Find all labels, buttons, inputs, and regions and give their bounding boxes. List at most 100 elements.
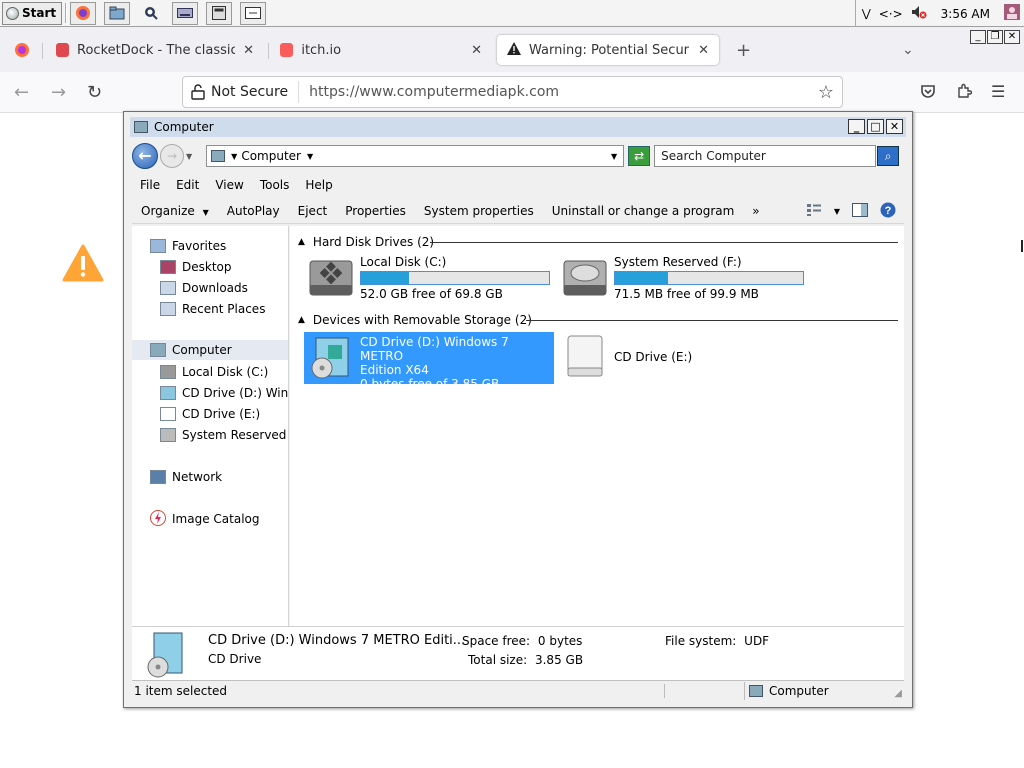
tab-itchio[interactable]: itch.io ✕ [270, 35, 492, 65]
search-icon[interactable]: ⌕ [877, 146, 900, 166]
uninstall-program-button[interactable]: Uninstall or change a program [543, 204, 744, 218]
resize-grip-icon[interactable]: ◢ [894, 688, 902, 699]
start-button[interactable]: Start [2, 1, 63, 25]
view-dropdown-icon[interactable]: ▼ [834, 207, 840, 216]
preview-pane-icon[interactable] [852, 203, 868, 220]
nav-cd-drive-e[interactable]: CD Drive (E:) [160, 404, 260, 424]
drive-e[interactable]: CD Drive (E:) [562, 334, 692, 386]
nav-label: Image Catalog [172, 512, 260, 526]
address-chevron-icon[interactable]: ▼ [231, 152, 237, 161]
explorer-title-bar[interactable]: Computer _ □ ✕ [130, 117, 906, 137]
computer-icon [134, 121, 148, 133]
user-avatar-icon[interactable] [1004, 4, 1020, 23]
firefox-view-tab[interactable] [4, 35, 40, 65]
reload-icon[interactable]: ↻ [87, 82, 102, 103]
keyboard-icon[interactable] [172, 1, 199, 25]
address-segment-computer[interactable]: Computer [241, 149, 301, 163]
close-tab-icon[interactable]: ✕ [471, 43, 482, 58]
collapse-triangle-icon[interactable]: ▲ [298, 315, 305, 325]
restore-button[interactable]: ❐ [987, 30, 1003, 44]
pocket-icon[interactable] [920, 83, 936, 103]
selected-drive-icon [146, 631, 186, 682]
close-tab-icon[interactable]: ✕ [698, 43, 709, 58]
nav-downloads[interactable]: Downloads [160, 278, 248, 298]
url-bar[interactable]: Not Secure https://www.computermediapk.c… [182, 76, 843, 108]
terminal-icon[interactable] [240, 1, 267, 25]
search-icon[interactable] [138, 2, 164, 25]
network-icon[interactable]: <·> [879, 7, 903, 21]
status-location: Computer [745, 684, 829, 698]
nav-system-reserved[interactable]: System Reserved (F:) [160, 425, 288, 445]
tab-warning[interactable]: Warning: Potential Security Risk ✕ [497, 35, 719, 65]
more-commands-button[interactable]: » [743, 204, 768, 218]
minimize-button[interactable]: _ [848, 119, 865, 134]
folder-icon[interactable] [104, 1, 131, 25]
tab-divider [268, 43, 269, 59]
forward-arrow-icon[interactable]: → [51, 82, 66, 103]
refresh-button[interactable]: ⇄ [628, 146, 651, 166]
nav-local-disk[interactable]: Local Disk (C:) [160, 362, 268, 382]
organize-button[interactable]: Organize ▼ [132, 204, 218, 218]
menu-tools[interactable]: Tools [252, 178, 298, 192]
nav-computer[interactable]: Computer [132, 340, 288, 360]
details-space-free: Space free: 0 bytes [462, 634, 582, 648]
recent-pages-dropdown-icon[interactable]: ▼ [186, 152, 192, 161]
minimize-button[interactable]: _ [970, 30, 986, 44]
tray-expand-icon[interactable]: ⋁ [862, 7, 871, 20]
maximize-button[interactable]: □ [867, 119, 884, 134]
drive-info: CD Drive (D:) Windows 7 METRO Edition X6… [360, 335, 554, 391]
tab-rocketdock[interactable]: RocketDock - The classic app la ✕ [46, 35, 264, 65]
firefox-icon[interactable] [70, 1, 97, 25]
nav-cd-drive-d[interactable]: CD Drive (D:) Windows 7 METRO [160, 383, 288, 403]
windows-hard-drive-icon [308, 255, 354, 301]
autoplay-button[interactable]: AutoPlay [218, 204, 289, 218]
details-type: CD Drive [208, 652, 262, 666]
drive-d[interactable]: CD Drive (D:) Windows 7 METRO Edition X6… [304, 332, 554, 391]
close-button[interactable]: ✕ [886, 119, 903, 134]
downloads-icon [160, 281, 176, 295]
organize-label: Organize [141, 203, 195, 218]
nav-favorites[interactable]: Favorites [150, 236, 226, 256]
eject-button[interactable]: Eject [289, 204, 337, 218]
address-box[interactable]: ▼ Computer ▼ ▼ [206, 145, 625, 167]
drive-c[interactable]: Local Disk (C:) 52.0 GB free of 69.8 GB [308, 255, 550, 307]
group-header-hdd[interactable]: ▲ Hard Disk Drives (2) [298, 233, 434, 251]
collapse-triangle-icon[interactable]: ▲ [298, 237, 305, 247]
list-all-tabs-icon[interactable]: ⌄ [892, 35, 924, 65]
new-tab-button[interactable]: + [726, 35, 761, 65]
search-input[interactable]: Search Computer [654, 145, 877, 167]
properties-button[interactable]: Properties [336, 204, 415, 218]
clock[interactable]: 3:56 AM [941, 7, 990, 21]
volume-muted-icon[interactable] [911, 5, 927, 22]
back-arrow-icon[interactable]: ← [14, 82, 29, 103]
close-tab-icon[interactable]: ✕ [243, 43, 254, 58]
url-text[interactable]: https://www.computermediapk.com [299, 84, 559, 100]
menu-view[interactable]: View [207, 178, 251, 192]
change-view-icon[interactable] [806, 203, 822, 220]
not-secure-indicator[interactable]: Not Secure [183, 81, 300, 103]
cd-drive-icon [562, 334, 608, 380]
bookmark-star-icon[interactable]: ☆ [818, 82, 834, 103]
nav-network[interactable]: Network [150, 467, 222, 487]
calculator-icon[interactable] [206, 1, 233, 25]
usage-bar-fill [361, 272, 409, 284]
nav-desktop[interactable]: Desktop [160, 257, 232, 277]
address-history-dropdown-icon[interactable]: ▼ [611, 152, 617, 161]
menu-file[interactable]: File [132, 178, 168, 192]
nav-recent-places[interactable]: Recent Places [160, 299, 265, 319]
help-icon[interactable]: ? [880, 202, 896, 221]
warning-icon [62, 244, 104, 285]
menu-help[interactable]: Help [297, 178, 340, 192]
system-properties-button[interactable]: System properties [415, 204, 543, 218]
menu-hamburger-icon[interactable]: ☰ [991, 82, 1005, 101]
back-button[interactable]: ← [132, 143, 158, 169]
address-chevron-icon[interactable]: ▼ [307, 152, 313, 161]
close-button[interactable]: ✕ [1004, 30, 1020, 44]
forward-button[interactable]: → [160, 144, 184, 168]
drive-f[interactable]: System Reserved (F:) 71.5 MB free of 99.… [562, 255, 804, 307]
usage-bar [614, 271, 804, 285]
group-header-removable[interactable]: ▲ Devices with Removable Storage (2) [298, 311, 532, 329]
nav-image-catalog[interactable]: Image Catalog [150, 509, 259, 529]
menu-edit[interactable]: Edit [168, 178, 207, 192]
extensions-icon[interactable] [956, 83, 973, 103]
